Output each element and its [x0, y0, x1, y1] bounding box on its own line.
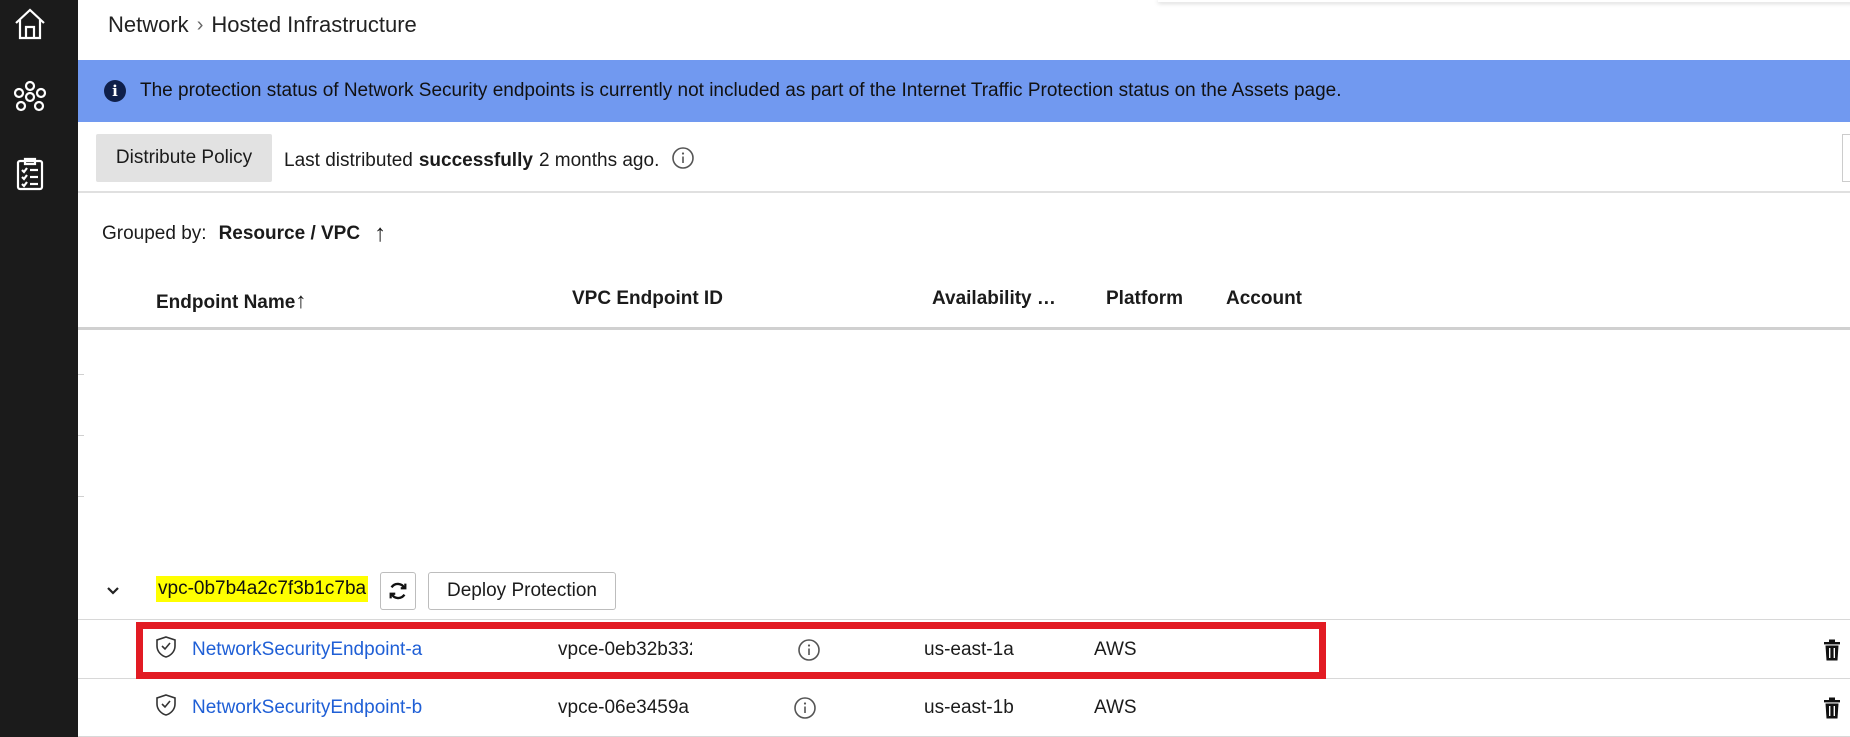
distribute-policy-button[interactable]: Distribute Policy [96, 134, 272, 182]
breadcrumb-network[interactable]: Network [108, 12, 189, 38]
availability-zone: us-east-1b [924, 697, 1014, 718]
sort-arrow-icon: ↑ [295, 288, 307, 313]
gutter-tick [78, 496, 84, 497]
row-highlight-box [136, 622, 1326, 679]
toolbar-right-control-edge[interactable] [1842, 134, 1850, 182]
grouped-by: Grouped by: Resource / VPC ↑ [102, 220, 386, 248]
grouped-by-value[interactable]: Resource / VPC [219, 223, 361, 245]
refresh-button[interactable] [380, 572, 416, 610]
table-row[interactable]: NetworkSecurityEndpoint-b vpce-06e3459a … [78, 679, 1850, 737]
info-circle-icon[interactable] [793, 696, 817, 725]
column-header-vpc-endpoint-id[interactable]: VPC Endpoint ID [572, 288, 723, 310]
chevron-down-icon[interactable] [102, 580, 124, 602]
last-distributed-prefix: Last distributed [284, 150, 413, 171]
column-header-endpoint-name[interactable]: Endpoint Name↑ [156, 288, 306, 314]
column-header-availability[interactable]: Availability … [932, 288, 1056, 310]
column-header-account[interactable]: Account [1226, 288, 1302, 310]
breadcrumb: Network › Hosted Infrastructure [108, 12, 417, 38]
trash-icon[interactable] [1822, 639, 1842, 666]
deploy-protection-button[interactable]: Deploy Protection [428, 572, 616, 610]
clipboard-checklist-icon[interactable] [9, 153, 51, 195]
refresh-icon [389, 582, 407, 600]
trash-icon[interactable] [1822, 697, 1842, 724]
last-distributed-status: Last distributed successfully 2 months a… [284, 146, 695, 176]
top-overlay-edge [1158, 0, 1850, 2]
endpoint-name-link[interactable]: NetworkSecurityEndpoint-b [192, 697, 422, 719]
network-icon[interactable] [9, 76, 51, 118]
shield-icon [154, 693, 178, 722]
vpc-group-row: vpc-0b7b4a2c7f3b1c7ba Deploy Protection [78, 566, 1850, 620]
toolbar: Distribute Policy Last distributed succe… [78, 122, 1850, 193]
main-content: Network › Hosted Infrastructure i The pr… [78, 0, 1850, 737]
sort-ascending-icon[interactable]: ↑ [374, 220, 386, 248]
home-icon[interactable] [9, 3, 51, 45]
last-distributed-time: 2 months ago. [538, 150, 660, 171]
info-banner: i The protection status of Network Secur… [78, 60, 1850, 122]
gutter-tick [78, 374, 84, 375]
column-header-platform[interactable]: Platform [1106, 288, 1183, 310]
grouped-by-label: Grouped by: [102, 223, 207, 244]
vpc-endpoint-id: vpce-06e3459a [558, 697, 689, 718]
info-icon: i [104, 80, 126, 102]
info-circle-icon[interactable] [671, 146, 695, 176]
last-distributed-status-word: successfully [418, 150, 533, 171]
breadcrumb-hosted-infrastructure: Hosted Infrastructure [211, 12, 417, 37]
platform: AWS [1094, 697, 1137, 718]
banner-text: The protection status of Network Securit… [140, 80, 1342, 101]
vpc-id-label: vpc-0b7b4a2c7f3b1c7ba [156, 576, 369, 602]
sidebar [0, 0, 78, 737]
table-header: Endpoint Name↑ VPC Endpoint ID Availabil… [78, 276, 1850, 330]
gutter-tick [78, 435, 84, 436]
breadcrumb-separator: › [196, 13, 204, 36]
